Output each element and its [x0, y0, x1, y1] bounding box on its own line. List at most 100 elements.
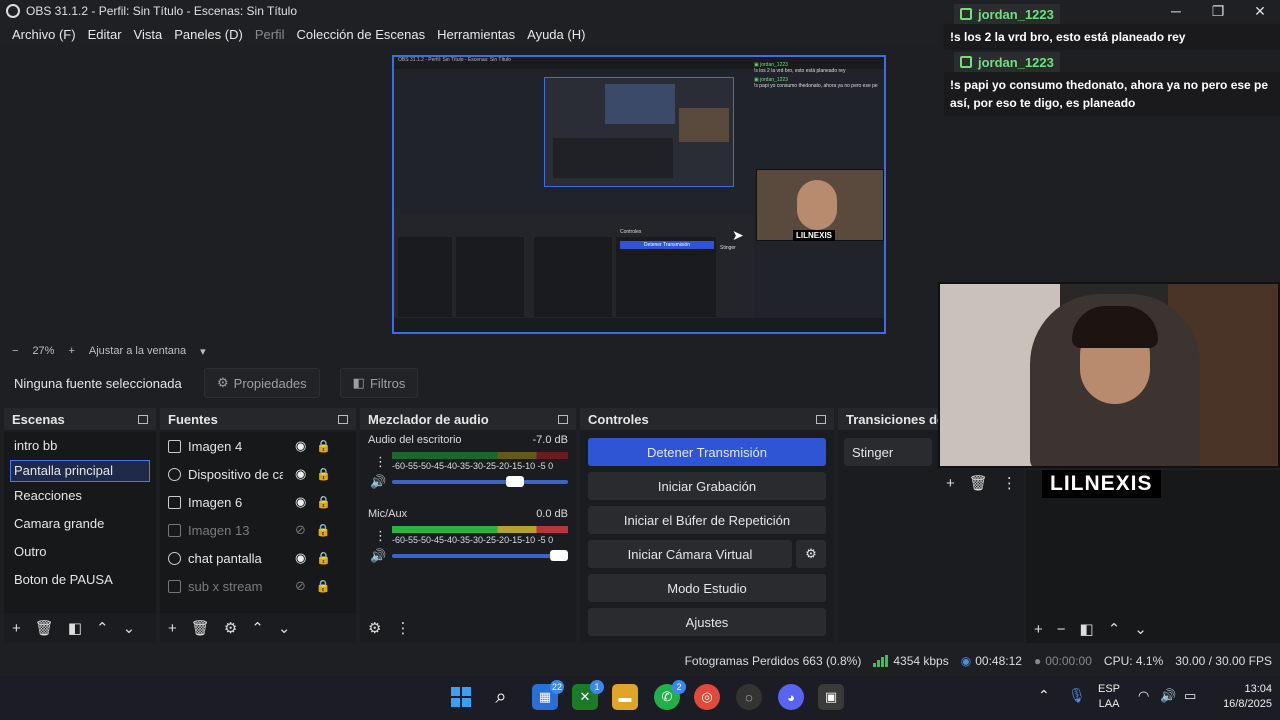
add-icon[interactable]: + [1034, 621, 1043, 638]
replay-buffer-button[interactable]: Iniciar el Búfer de Repetición [588, 506, 826, 534]
virtual-cam-button[interactable]: Iniciar Cámara Virtual [588, 540, 792, 568]
lock-icon[interactable]: 🔒 [316, 551, 331, 565]
microphone-icon[interactable]: 🎙 [1068, 688, 1086, 703]
chevron-up-icon[interactable]: ⌃ [251, 619, 264, 637]
gear-icon[interactable]: ⚙ [368, 619, 381, 637]
menu-herramientas[interactable]: Herramientas [437, 27, 515, 42]
gear-icon[interactable]: ⚙ [224, 619, 237, 637]
eye-hidden-icon[interactable]: ⊘ [295, 522, 306, 538]
chrome-icon[interactable]: ◎ [694, 684, 720, 710]
slider-knob[interactable] [550, 550, 568, 561]
program-preview[interactable]: OBS 31.1.2 - Perfil: Sin Título - Escena… [392, 55, 886, 334]
scene-item[interactable]: Outro [4, 538, 156, 566]
scene-item[interactable]: Reacciones [4, 482, 156, 510]
eye-icon[interactable]: ◉ [295, 438, 306, 454]
start-recording-button[interactable]: Iniciar Grabación [588, 472, 826, 500]
xbox-icon[interactable]: ✕ 1 [572, 680, 604, 710]
folder-icon[interactable]: ▬ [612, 684, 638, 710]
fps-value: 30.00 / 30.00 FPS [1175, 654, 1272, 668]
scene-item[interactable]: Boton de PAUSA [4, 566, 156, 594]
speaker-icon[interactable]: 🔊 [370, 474, 386, 490]
source-item[interactable]: Dispositivo de captura ◉ 🔒 [160, 460, 356, 488]
webcam-feed [938, 282, 1280, 468]
volume-slider[interactable] [392, 476, 568, 487]
eye-icon[interactable]: ◉ [295, 466, 306, 482]
chevron-up-icon[interactable]: ⌃ [1108, 620, 1121, 638]
widgets-icon[interactable]: ▦ 22 [532, 680, 564, 710]
whatsapp-icon[interactable]: ✆ 2 [654, 680, 686, 710]
lock-icon[interactable]: 🔒 [316, 495, 331, 509]
chevron-down-icon[interactable]: ⌄ [123, 619, 136, 637]
more-icon[interactable]: ⋮ [395, 619, 410, 637]
zoom-out-button[interactable]: − [12, 345, 18, 357]
chevron-up-icon[interactable]: ⌃ [96, 619, 109, 637]
filter-icon[interactable]: ◧ [1080, 620, 1094, 638]
menu-paneles[interactable]: Paneles (D) [174, 27, 243, 42]
filters-button[interactable]: ◧ Filtros [339, 368, 419, 398]
chevron-down-icon[interactable]: ⌄ [1134, 620, 1147, 638]
add-icon[interactable]: + [168, 620, 177, 637]
menu-archivo[interactable]: Archivo (F) [12, 27, 76, 42]
slider-knob[interactable] [506, 476, 525, 487]
menu-perfil[interactable]: Perfil [255, 27, 285, 42]
menu-ayuda[interactable]: Ayuda (H) [527, 27, 585, 42]
language-indicator[interactable]: ESP LAA [1098, 682, 1120, 712]
obs-icon[interactable]: ◌ [736, 684, 762, 710]
settings-button[interactable]: Ajustes [588, 608, 826, 636]
studio-mode-button[interactable]: Modo Estudio [588, 574, 826, 602]
lock-icon[interactable]: 🔒 [316, 523, 331, 537]
eye-hidden-icon[interactable]: ⊘ [295, 578, 306, 594]
gear-icon[interactable]: ⚙ [796, 540, 826, 568]
eye-icon[interactable]: ◉ [295, 494, 306, 510]
windows-start-icon[interactable] [448, 684, 474, 710]
trash-icon[interactable]: 🗑 [969, 474, 988, 492]
undock-icon[interactable] [138, 414, 148, 424]
speaker-icon[interactable]: 🔊 [370, 548, 386, 564]
source-item[interactable]: Imagen 6 ◉ 🔒 [160, 488, 356, 516]
fit-window-select[interactable]: Ajustar a la ventana [89, 345, 186, 357]
menu-vista[interactable]: Vista [134, 27, 163, 42]
eye-icon[interactable]: ◉ [295, 550, 306, 566]
chevron-up-icon[interactable]: ⌃ [1038, 688, 1050, 703]
battery-icon[interactable]: ▭ [1184, 688, 1196, 703]
trash-icon[interactable]: 🗑 [35, 619, 54, 637]
undock-icon[interactable] [558, 414, 568, 424]
lock-icon[interactable]: 🔒 [316, 579, 331, 593]
scene-item[interactable]: Camara grande [4, 510, 156, 538]
source-item[interactable]: sub x stream ⊘ 🔒 [160, 572, 356, 600]
undock-icon[interactable] [338, 414, 348, 424]
scene-item[interactable]: intro bb [4, 432, 156, 460]
lock-icon[interactable]: 🔒 [316, 467, 331, 481]
volume-slider[interactable] [392, 550, 568, 561]
volume-icon[interactable]: 🔊 [1160, 688, 1176, 703]
source-item[interactable]: Imagen 4 ◉ 🔒 [160, 432, 356, 460]
nested-webcam: LILNEXIS [756, 169, 884, 241]
properties-button[interactable]: ⚙ Propiedades [204, 368, 320, 398]
add-icon[interactable]: + [12, 620, 21, 637]
mixer-header: Mezclador de audio [360, 408, 576, 430]
chevron-down-icon[interactable]: ⌄ [278, 619, 291, 637]
clock[interactable]: 13:04 16/8/2025 [1214, 682, 1272, 712]
wifi-icon[interactable]: ◠ [1138, 688, 1149, 703]
transition-select[interactable]: Stinger [844, 438, 932, 466]
source-item[interactable]: chat pantalla ◉ 🔒 [160, 544, 356, 572]
chevron-down-icon[interactable]: ▾ [200, 345, 206, 358]
more-icon[interactable]: ⋮ [374, 528, 387, 544]
minus-icon[interactable]: − [1057, 621, 1066, 638]
zoom-in-button[interactable]: + [68, 345, 74, 357]
trash-icon[interactable]: 🗑 [191, 619, 210, 637]
search-icon[interactable]: ⌕ [488, 684, 514, 710]
more-icon[interactable]: ⋮ [374, 454, 387, 470]
lock-icon[interactable]: 🔒 [316, 439, 331, 453]
app-icon[interactable]: ▣ [818, 684, 844, 710]
menu-editar[interactable]: Editar [88, 27, 122, 42]
undock-icon[interactable] [816, 414, 826, 424]
more-icon[interactable]: ⋮ [1002, 474, 1017, 492]
stop-stream-button[interactable]: Detener Transmisión [588, 438, 826, 466]
filter-icon[interactable]: ◧ [68, 619, 82, 637]
discord-icon[interactable]: ◕ [778, 684, 804, 710]
add-icon[interactable]: + [946, 475, 955, 492]
source-item[interactable]: Imagen 13 ⊘ 🔒 [160, 516, 356, 544]
scene-item-selected[interactable]: Pantalla principal [10, 460, 150, 482]
menu-coleccion[interactable]: Colección de Escenas [296, 27, 425, 42]
